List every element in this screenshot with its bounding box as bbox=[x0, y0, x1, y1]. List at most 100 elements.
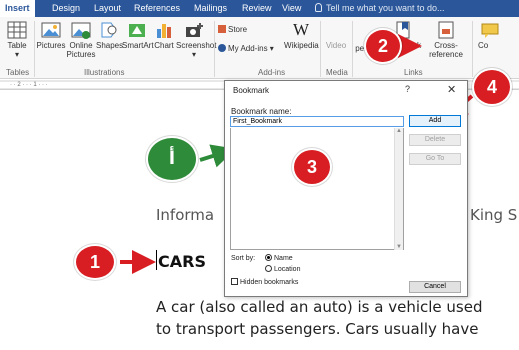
cross-reference-label-1: Cross- bbox=[434, 41, 458, 50]
group-label-links: Links bbox=[404, 68, 423, 77]
tab-references[interactable]: References bbox=[134, 0, 180, 17]
list-scrollbar[interactable]: ▲ ▼ bbox=[394, 128, 403, 250]
my-addins-button[interactable]: My Add-ins ▾ bbox=[218, 44, 288, 53]
online-pictures-icon bbox=[71, 22, 91, 39]
smartart-button[interactable]: SmartArt bbox=[122, 21, 154, 50]
tab-view[interactable]: View bbox=[282, 0, 301, 17]
chart-icon bbox=[157, 24, 171, 38]
group-label-tables: Tables bbox=[6, 68, 30, 77]
pictures-icon bbox=[41, 22, 61, 38]
tell-me-search[interactable]: Tell me what you want to do... bbox=[315, 0, 445, 17]
add-button[interactable]: Add bbox=[409, 115, 461, 127]
screenshot-icon bbox=[186, 23, 203, 37]
tab-mailings[interactable]: Mailings bbox=[194, 0, 227, 17]
bookmark-list[interactable]: ▲ ▼ bbox=[230, 128, 404, 250]
addins-icon bbox=[218, 44, 226, 52]
video-icon bbox=[326, 21, 346, 39]
store-icon bbox=[218, 25, 226, 33]
store-button[interactable]: Store bbox=[218, 25, 264, 34]
pictures-label: Pictures bbox=[36, 41, 66, 50]
partial-heading-left: Informa bbox=[156, 206, 215, 224]
cars-heading: CARS bbox=[158, 252, 206, 271]
online-pictures-label-1: Online bbox=[69, 41, 93, 50]
shapes-icon bbox=[101, 22, 117, 38]
table-button[interactable]: Table ▾ bbox=[4, 21, 30, 59]
callout-badge-2: 2 bbox=[364, 28, 402, 64]
chart-button[interactable]: Chart bbox=[152, 21, 176, 50]
delete-button[interactable]: Delete bbox=[409, 134, 461, 146]
sort-by-label: Sort by: bbox=[231, 255, 256, 262]
callout-badge-alef: أ bbox=[146, 136, 198, 182]
bookmark-name-input[interactable]: First_Bookmark bbox=[230, 116, 404, 127]
group-separator bbox=[214, 21, 215, 77]
screenshot-label: Screenshot bbox=[176, 41, 217, 50]
online-video-button[interactable]: Video bbox=[324, 21, 348, 50]
group-label-media: Media bbox=[326, 68, 348, 77]
go-to-button[interactable]: Go To bbox=[409, 153, 461, 165]
table-label: Table bbox=[7, 41, 27, 50]
callout-badge-1: 1 bbox=[74, 244, 116, 280]
wikipedia-label: Wikipedia bbox=[284, 41, 319, 50]
comment-button[interactable]: Co bbox=[478, 21, 518, 50]
cross-reference-button[interactable]: Cross-reference bbox=[426, 21, 466, 59]
tab-layout[interactable]: Layout bbox=[94, 0, 121, 17]
partial-heading-right: King S bbox=[470, 206, 518, 224]
chart-label: Chart bbox=[154, 41, 174, 50]
tab-review[interactable]: Review bbox=[242, 0, 272, 17]
sort-name-label: Name bbox=[274, 255, 293, 262]
comment-label: Co bbox=[478, 41, 489, 50]
group-label-illustrations: Illustrations bbox=[84, 68, 125, 77]
scroll-up-icon: ▲ bbox=[396, 128, 402, 134]
hidden-bookmarks-label: Hidden bookmarks bbox=[240, 279, 299, 286]
dropdown-arrow-icon: ▾ bbox=[191, 50, 196, 59]
group-separator bbox=[320, 21, 321, 77]
paragraph-line-2: to transport passengers. Cars usually ha… bbox=[156, 320, 479, 338]
cross-reference-label-2: reference bbox=[429, 50, 463, 59]
online-pictures-label-2: Pictures bbox=[66, 50, 96, 59]
video-label: Video bbox=[325, 41, 347, 50]
lightbulb-icon bbox=[315, 3, 322, 12]
shapes-button[interactable]: Shapes bbox=[96, 21, 124, 50]
checkbox-icon bbox=[231, 278, 238, 285]
cross-reference-icon bbox=[438, 21, 454, 39]
bookmark-name-label: Bookmark name: bbox=[231, 107, 292, 116]
wikipedia-icon: W bbox=[292, 20, 310, 39]
table-icon bbox=[7, 21, 27, 39]
group-label-addins: Add-ins bbox=[258, 68, 286, 77]
tab-insert[interactable]: Insert bbox=[0, 0, 35, 17]
group-separator bbox=[472, 21, 473, 77]
radio-selected-icon bbox=[265, 254, 272, 261]
ribbon-tab-bar: Insert Design Layout References Mailings… bbox=[0, 0, 519, 17]
help-button[interactable]: ? bbox=[405, 84, 410, 94]
radio-empty-icon bbox=[265, 265, 272, 272]
tab-design[interactable]: Design bbox=[52, 0, 80, 17]
smartart-label: SmartArt bbox=[122, 41, 154, 50]
hidden-bookmarks-checkbox[interactable]: Hidden bookmarks bbox=[231, 278, 298, 286]
dialog-title: Bookmark bbox=[233, 86, 270, 95]
cancel-button[interactable]: Cancel bbox=[409, 281, 461, 293]
ribbon: Table ▾ Pictures Online Pictures Shapes Sm… bbox=[0, 17, 519, 79]
bookmark-dialog: Bookmark ? ✕ Bookmark name: First_Bookma… bbox=[224, 80, 468, 297]
close-button[interactable]: ✕ bbox=[447, 83, 456, 96]
callout-badge-4: 4 bbox=[472, 68, 512, 106]
ruler-marks: · · 2 · · · 1 · · · bbox=[10, 82, 48, 88]
pictures-button[interactable]: Pictures bbox=[36, 21, 66, 50]
comment-icon bbox=[481, 23, 499, 38]
online-pictures-button[interactable]: Online Pictures bbox=[66, 21, 96, 59]
scroll-down-icon: ▼ bbox=[396, 244, 402, 250]
sort-by-location-radio[interactable]: Location bbox=[265, 265, 300, 273]
sort-by-name-radio[interactable]: Name bbox=[265, 254, 293, 262]
sort-location-label: Location bbox=[274, 266, 301, 273]
store-label: Store bbox=[228, 25, 248, 34]
smartart-icon bbox=[129, 24, 145, 37]
callout-badge-3: 3 bbox=[292, 148, 332, 186]
my-addins-label: My Add-ins bbox=[228, 44, 268, 53]
shapes-label: Shapes bbox=[96, 41, 124, 50]
dropdown-arrow-icon: ▾ bbox=[14, 50, 19, 59]
text-cursor bbox=[156, 250, 157, 270]
screenshot-button[interactable]: Screenshot ▾ bbox=[176, 21, 216, 59]
tell-me-label: Tell me what you want to do... bbox=[326, 3, 445, 13]
paragraph-line-1: A car (also called an auto) is a vehicle… bbox=[156, 298, 483, 316]
wikipedia-button[interactable]: W Wikipedia bbox=[284, 20, 319, 51]
group-separator bbox=[34, 21, 35, 77]
